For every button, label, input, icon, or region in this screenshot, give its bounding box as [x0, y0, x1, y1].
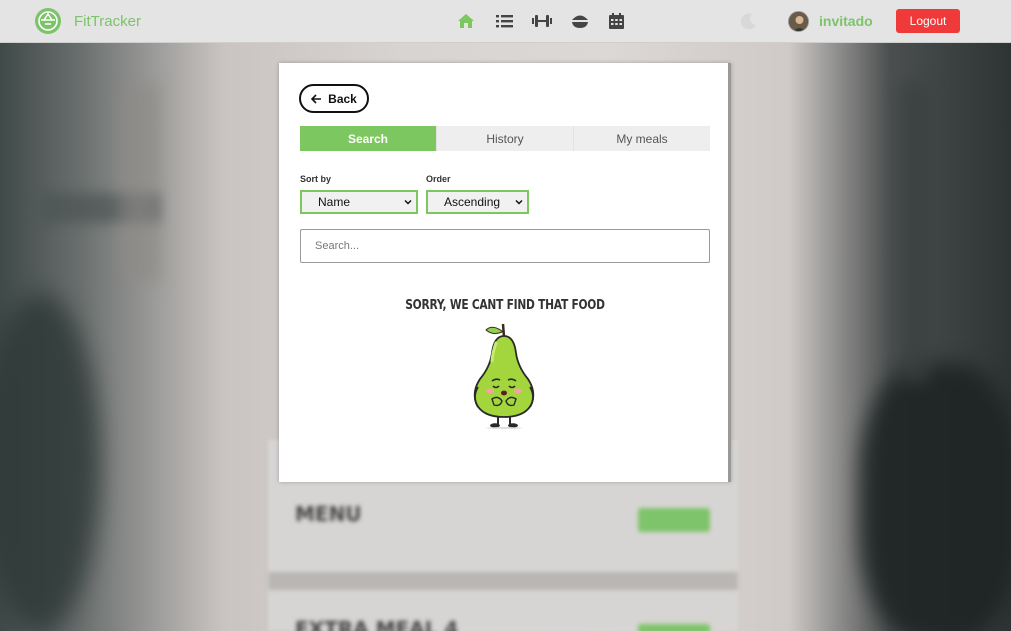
dumbbell-icon[interactable] [532, 12, 552, 30]
moon-icon[interactable] [740, 12, 758, 30]
sort-by-select[interactable]: Name [300, 190, 418, 214]
app-logo-icon[interactable] [35, 8, 61, 34]
logout-button[interactable]: Logout [896, 9, 960, 33]
chevron-down-icon [515, 199, 523, 205]
food-search-modal: Back Search History My meals Sort by Nam… [279, 63, 731, 482]
modal-tabs: Search History My meals [300, 126, 710, 151]
avatar[interactable] [788, 11, 809, 32]
background-divider [268, 572, 738, 590]
chevron-down-icon [404, 199, 412, 205]
bowl-icon[interactable] [570, 12, 590, 30]
sort-by-value: Name [318, 195, 351, 209]
background-card-title: EXTRA MEAL 4 [295, 617, 459, 631]
calendar-icon[interactable] [606, 12, 626, 30]
background-card-button [638, 624, 710, 631]
tab-history[interactable]: History [436, 126, 573, 151]
tab-search[interactable]: Search [300, 126, 436, 151]
empty-state-message: SORRY, WE CANT FIND THAT FOOD [405, 298, 605, 313]
list-icon[interactable] [494, 12, 514, 30]
username[interactable]: invitado [819, 13, 873, 29]
home-icon[interactable] [456, 12, 476, 30]
order-label: Order [426, 174, 451, 184]
background-card-title: MENU [295, 502, 362, 526]
back-button[interactable]: Back [299, 84, 369, 113]
navbar: FitTracker invitado Logout [0, 0, 1011, 43]
sort-by-label: Sort by [300, 174, 332, 184]
background-card-button [638, 508, 710, 532]
tab-my-meals[interactable]: My meals [573, 126, 710, 151]
food-search-input[interactable] [300, 229, 710, 263]
order-value: Ascending [444, 195, 501, 209]
back-button-label: Back [328, 91, 357, 106]
arrow-left-icon [311, 93, 322, 104]
app-name[interactable]: FitTracker [74, 13, 141, 30]
order-select[interactable]: Ascending [426, 190, 529, 214]
sad-pear-icon [470, 321, 538, 429]
